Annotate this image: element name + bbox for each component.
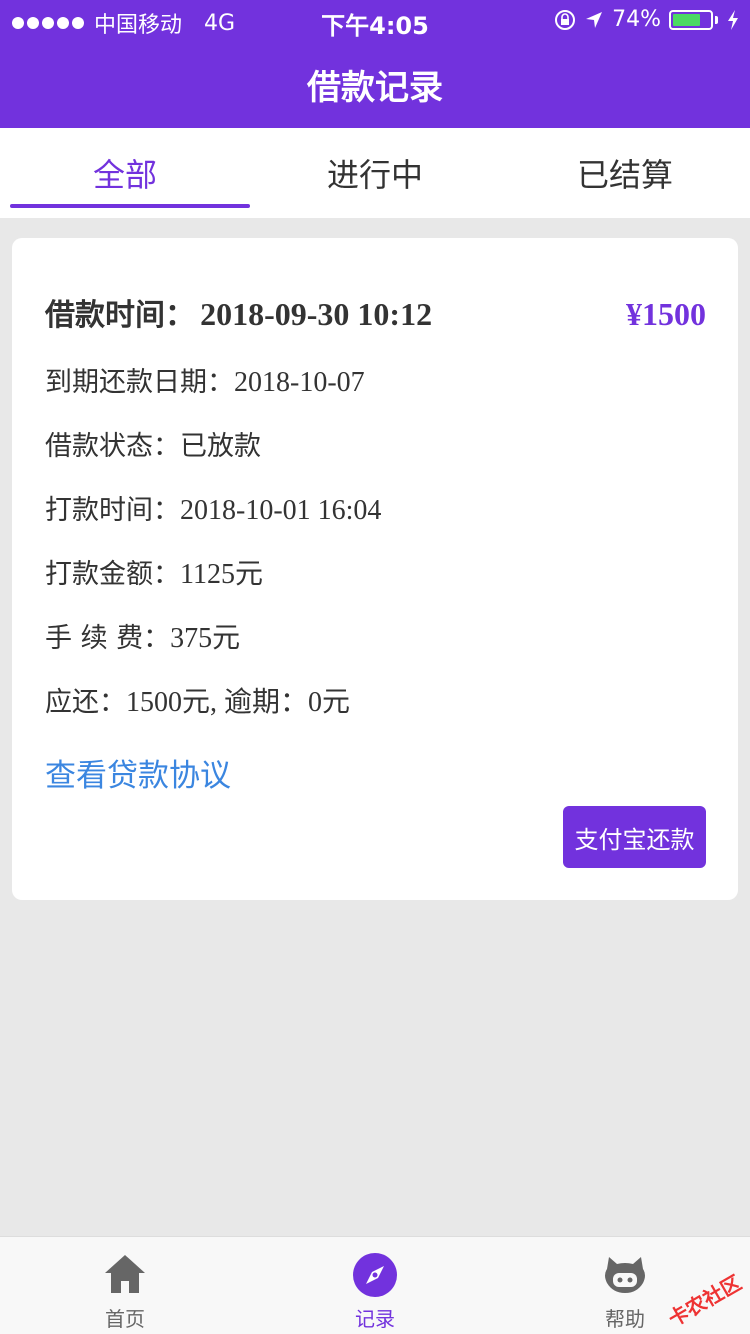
bottom-nav-home-label: 首页 <box>105 1307 145 1331</box>
view-agreement-link[interactable]: 查看贷款协议 <box>45 750 231 795</box>
borrow-time-value: 2018-09-30 10:12 <box>200 296 433 332</box>
page-title: 借款记录 <box>307 67 443 108</box>
borrow-time-row: 借款时间： 2018-09-30 10:12 ¥1500 <box>45 290 706 334</box>
repay-value: 1500元, 逾期：0元 <box>126 687 351 718</box>
transfer-time-label: 打款时间： <box>45 495 180 526</box>
compass-icon <box>353 1253 397 1297</box>
tab-all[interactable]: 全部 <box>0 128 250 218</box>
battery-tip <box>715 15 718 24</box>
loan-amount: ¥1500 <box>626 296 706 332</box>
status-value: 已放款 <box>180 431 261 462</box>
charging-bolt-icon <box>728 9 738 30</box>
location-arrow-icon <box>586 11 603 28</box>
battery-percent: 74% <box>612 7 661 32</box>
transfer-amount-value: 1125元 <box>180 559 263 590</box>
status-label: 借款状态： <box>45 431 180 462</box>
nav-bar: 借款记录 <box>0 40 750 128</box>
github-cat-icon <box>605 1257 645 1293</box>
bottom-nav-home[interactable]: 首页 <box>0 1237 250 1334</box>
status-row: 借款状态：已放款 <box>45 424 261 463</box>
tab-bar: 全部 进行中 已结算 <box>0 128 750 218</box>
borrow-time: 借款时间： 2018-09-30 10:12 <box>45 290 432 334</box>
bottom-nav-records[interactable]: 记录 <box>250 1237 500 1334</box>
tab-settled[interactable]: 已结算 <box>500 128 750 218</box>
bottom-nav-help-label: 帮助 <box>605 1307 645 1331</box>
alipay-repay-button[interactable]: 支付宝还款 <box>563 806 706 868</box>
battery-icon <box>669 9 713 30</box>
transfer-amount-row: 打款金额：1125元 <box>45 552 263 592</box>
repay-row: 应还：1500元, 逾期：0元 <box>45 680 350 720</box>
loan-record-card: 借款时间： 2018-09-30 10:12 ¥1500 到期还款日期：2018… <box>12 238 738 900</box>
due-date-row: 到期还款日期：2018-10-07 <box>45 360 365 399</box>
home-icon <box>105 1255 145 1293</box>
due-date-value: 2018-10-07 <box>234 367 365 398</box>
bottom-nav-records-label: 记录 <box>355 1307 395 1331</box>
bottom-nav: 首页 记录 帮助 卡农社区 <box>0 1236 750 1334</box>
battery-fill <box>673 13 700 26</box>
transfer-time-value: 2018-10-01 16:04 <box>180 495 382 526</box>
status-bar: 中国移动 4G 下午4:05 74% <box>0 0 750 40</box>
rotation-lock-icon <box>555 9 576 30</box>
repay-label: 应还： <box>45 687 126 718</box>
tab-in-progress[interactable]: 进行中 <box>250 128 500 218</box>
fee-value: 375元 <box>170 623 241 654</box>
status-right: 74% <box>554 7 740 32</box>
due-date-label: 到期还款日期： <box>45 367 234 398</box>
fee-row: 手 续 费：375元 <box>45 616 240 656</box>
transfer-amount-label: 打款金额： <box>45 559 180 590</box>
fee-label: 手 续 费： <box>45 623 171 654</box>
transfer-time-row: 打款时间：2018-10-01 16:04 <box>45 488 381 527</box>
borrow-time-label: 借款时间： <box>45 298 195 333</box>
